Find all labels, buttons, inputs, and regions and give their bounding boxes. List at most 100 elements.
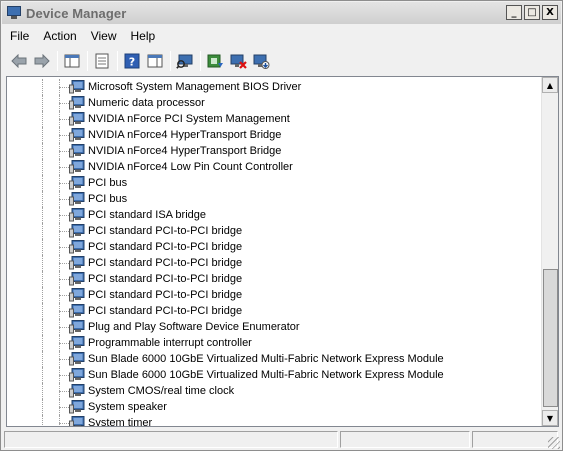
system-device-icon (69, 208, 85, 222)
device-tree-item[interactable]: Sun Blade 6000 10GbE Virtualized Multi-F… (7, 351, 541, 367)
device-label: PCI standard PCI-to-PCI bridge (88, 225, 243, 237)
scan-hardware-button[interactable] (174, 50, 196, 72)
device-tree-item[interactable]: Programmable interrupt controller (7, 335, 541, 351)
tree-guide-line (42, 287, 43, 303)
scroll-thumb[interactable] (543, 269, 558, 407)
update-driver-button[interactable] (204, 50, 226, 72)
system-device-icon (69, 320, 85, 334)
scroll-up-button[interactable]: ▲ (542, 77, 558, 93)
system-device-icon (69, 384, 85, 398)
tree-branch-line (59, 279, 69, 280)
device-tree-item[interactable]: Plug and Play Software Device Enumerator (7, 319, 541, 335)
menu-help[interactable]: Help (125, 29, 162, 43)
device-tree-item[interactable]: System CMOS/real time clock (7, 383, 541, 399)
tree-branch-line (59, 359, 69, 360)
device-tree-item[interactable]: PCI standard ISA bridge (7, 207, 541, 223)
toolbar-separator (117, 51, 118, 71)
device-tree[interactable]: Microsoft System Management BIOS Driver N… (6, 76, 559, 427)
device-label: NVIDIA nForce4 HyperTransport Bridge (88, 129, 282, 141)
device-tree-item[interactable]: NVIDIA nForce4 Low Pin Count Controller (7, 159, 541, 175)
device-label: System CMOS/real time clock (88, 385, 235, 397)
system-device-icon (69, 96, 85, 110)
device-tree-item[interactable]: System speaker (7, 399, 541, 415)
tree-guide-line (42, 143, 43, 159)
tree-guide-line (42, 239, 43, 255)
device-tree-item[interactable]: Numeric data processor (7, 95, 541, 111)
device-tree-item[interactable]: Sun Blade 6000 10GbE Virtualized Multi-F… (7, 367, 541, 383)
device-tree-item[interactable]: NVIDIA nForce PCI System Management (7, 111, 541, 127)
tree-guide-line (42, 271, 43, 287)
toolbar-separator (87, 51, 88, 71)
device-tree-item[interactable]: PCI standard PCI-to-PCI bridge (7, 303, 541, 319)
show-hide-console-tree-button[interactable] (61, 50, 83, 72)
device-label: PCI standard PCI-to-PCI bridge (88, 289, 243, 301)
device-tree-item[interactable]: NVIDIA nForce4 HyperTransport Bridge (7, 143, 541, 159)
resize-grip[interactable] (548, 437, 560, 449)
device-tree-item[interactable]: PCI standard PCI-to-PCI bridge (7, 223, 541, 239)
tree-branch-line (59, 343, 69, 344)
tree-guide-line (42, 175, 43, 191)
uninstall-button[interactable] (227, 50, 249, 72)
help-icon: ? (124, 53, 140, 69)
title-bar[interactable]: Device Manager _ □ X (2, 2, 561, 24)
device-label: NVIDIA nForce PCI System Management (88, 113, 290, 125)
tree-branch-line (59, 199, 69, 200)
tree-guide-line (42, 319, 43, 335)
toolbar: ? (2, 47, 561, 75)
device-tree-rows: Microsoft System Management BIOS Driver N… (7, 79, 541, 426)
menu-view[interactable]: View (85, 29, 123, 43)
window-title: Device Manager (26, 5, 127, 21)
maximize-button[interactable]: □ (524, 5, 540, 20)
status-panel-main (4, 431, 338, 448)
back-arrow-icon (11, 54, 27, 68)
forward-button[interactable] (31, 50, 53, 72)
device-tree-item[interactable]: PCI standard PCI-to-PCI bridge (7, 255, 541, 271)
device-tree-item[interactable]: System timer (7, 415, 541, 426)
device-tree-item[interactable]: PCI bus (7, 175, 541, 191)
device-tree-item[interactable]: PCI standard PCI-to-PCI bridge (7, 287, 541, 303)
system-device-icon (69, 416, 85, 426)
device-label: PCI standard PCI-to-PCI bridge (88, 305, 243, 317)
action-pane-icon (147, 54, 163, 68)
device-tree-item[interactable]: PCI standard PCI-to-PCI bridge (7, 271, 541, 287)
device-label: NVIDIA nForce4 Low Pin Count Controller (88, 161, 293, 173)
tree-guide-line (42, 383, 43, 399)
back-button[interactable] (8, 50, 30, 72)
vertical-scrollbar[interactable]: ▲ ▼ (541, 77, 558, 426)
close-button[interactable]: X (542, 5, 558, 20)
device-label: PCI bus (88, 193, 128, 205)
action-pane-button[interactable] (144, 50, 166, 72)
system-device-icon (69, 128, 85, 142)
device-label: PCI standard PCI-to-PCI bridge (88, 273, 243, 285)
svg-text:?: ? (129, 56, 135, 69)
system-device-icon (69, 400, 85, 414)
device-tree-item[interactable]: PCI bus (7, 191, 541, 207)
disable-device-button[interactable] (250, 50, 272, 72)
menu-action[interactable]: Action (37, 29, 82, 43)
tree-branch-line (59, 119, 69, 120)
device-tree-item[interactable]: NVIDIA nForce4 HyperTransport Bridge (7, 127, 541, 143)
device-tree-item[interactable]: PCI standard PCI-to-PCI bridge (7, 239, 541, 255)
tree-guide-line (42, 415, 43, 426)
device-manager-app-icon[interactable] (6, 6, 22, 20)
menu-file[interactable]: File (4, 29, 35, 43)
properties-button[interactable] (91, 50, 113, 72)
toolbar-separator (170, 51, 171, 71)
status-bar (2, 429, 561, 450)
help-button[interactable]: ? (121, 50, 143, 72)
device-label: PCI bus (88, 177, 128, 189)
minimize-button[interactable]: _ (506, 5, 522, 20)
tree-branch-line (59, 87, 69, 88)
scan-hardware-icon (176, 54, 193, 69)
tree-guide-line (42, 191, 43, 207)
tree-branch-line (59, 407, 69, 408)
device-label: Microsoft System Management BIOS Driver (88, 81, 302, 93)
device-label: PCI standard ISA bridge (88, 209, 207, 221)
caption-buttons: _ □ X (504, 5, 558, 20)
tree-branch-line (59, 391, 69, 392)
system-device-icon (69, 144, 85, 158)
scroll-down-button[interactable]: ▼ (542, 410, 558, 426)
device-tree-item[interactable]: Microsoft System Management BIOS Driver (7, 79, 541, 95)
tree-branch-line (59, 311, 69, 312)
tree-branch-line (59, 327, 69, 328)
